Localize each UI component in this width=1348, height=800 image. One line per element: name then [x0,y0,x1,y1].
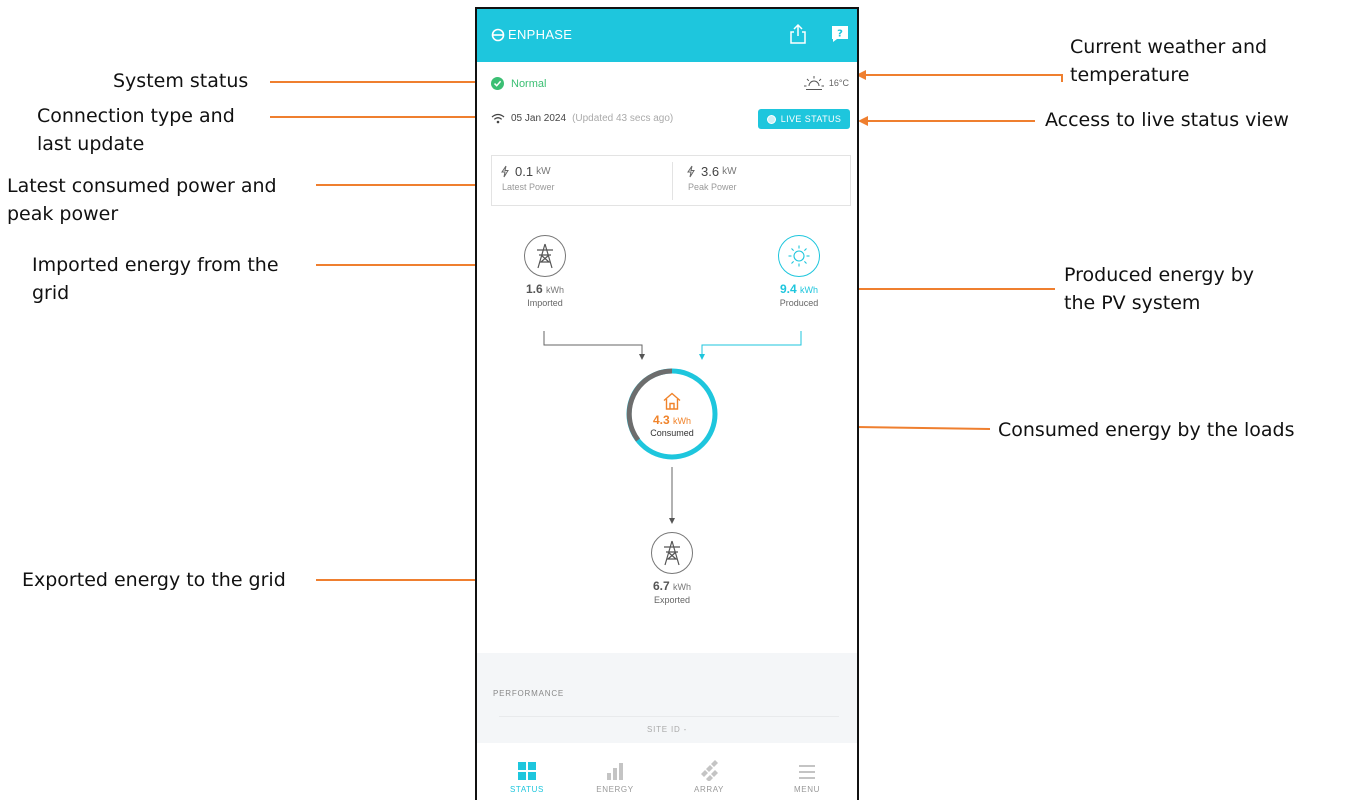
nav-energy[interactable]: ENERGY [575,757,655,794]
nav-status[interactable]: STATUS [487,757,567,794]
exported-unit: kWh [673,582,692,592]
nav-status-label: STATUS [510,785,544,794]
solar-array-icon [669,757,749,781]
import-flow-line [543,331,645,360]
grid-tower-icon [651,532,693,574]
imported-label: Imported [527,298,563,308]
produced-label: Produced [779,298,819,308]
imported-unit: kWh [546,285,565,295]
consumed-value: 4.3 [652,412,670,427]
nav-array[interactable]: ARRAY [669,757,749,794]
exported-value: 6.7 [652,579,670,593]
performance-divider [499,716,839,717]
exported-label: Exported [653,595,691,605]
grid-icon [487,757,567,781]
arrow-weather [856,70,1063,82]
grid-tower-icon [524,235,566,277]
site-id: SITE ID - [646,725,688,734]
imported-node[interactable]: 1.6 kWh Imported [505,235,585,308]
nav-menu[interactable]: MENU [767,757,847,794]
performance-title: PERFORMANCE [493,689,565,698]
imported-value: 1.6 [525,282,543,296]
produced-value: 9.4 [779,282,797,296]
nav-menu-label: MENU [794,785,820,794]
consumed-unit: kWh [673,415,692,426]
bottom-nav: STATUS ENERGY ARRAY MENU [477,743,857,800]
nav-energy-label: ENERGY [596,785,634,794]
sun-icon [778,235,820,277]
menu-icon [767,757,847,781]
produce-flow-line [699,331,802,360]
produced-node[interactable]: 9.4 kWh Produced [759,235,839,308]
produced-unit: kWh [800,285,819,295]
exported-node[interactable]: 6.7 kWh Exported [632,532,712,605]
phone-screen: ENPHASE ? Normal 16°C 05 Jan 2024 (Updat… [475,7,859,800]
nav-array-label: ARRAY [694,785,724,794]
consumed-label: Consumed [650,427,694,438]
bar-chart-icon [575,757,655,781]
house-icon [663,392,681,410]
performance-section: PERFORMANCE SITE ID - [477,653,857,743]
consumed-node[interactable]: 4.3 kWh Consumed [625,367,719,461]
